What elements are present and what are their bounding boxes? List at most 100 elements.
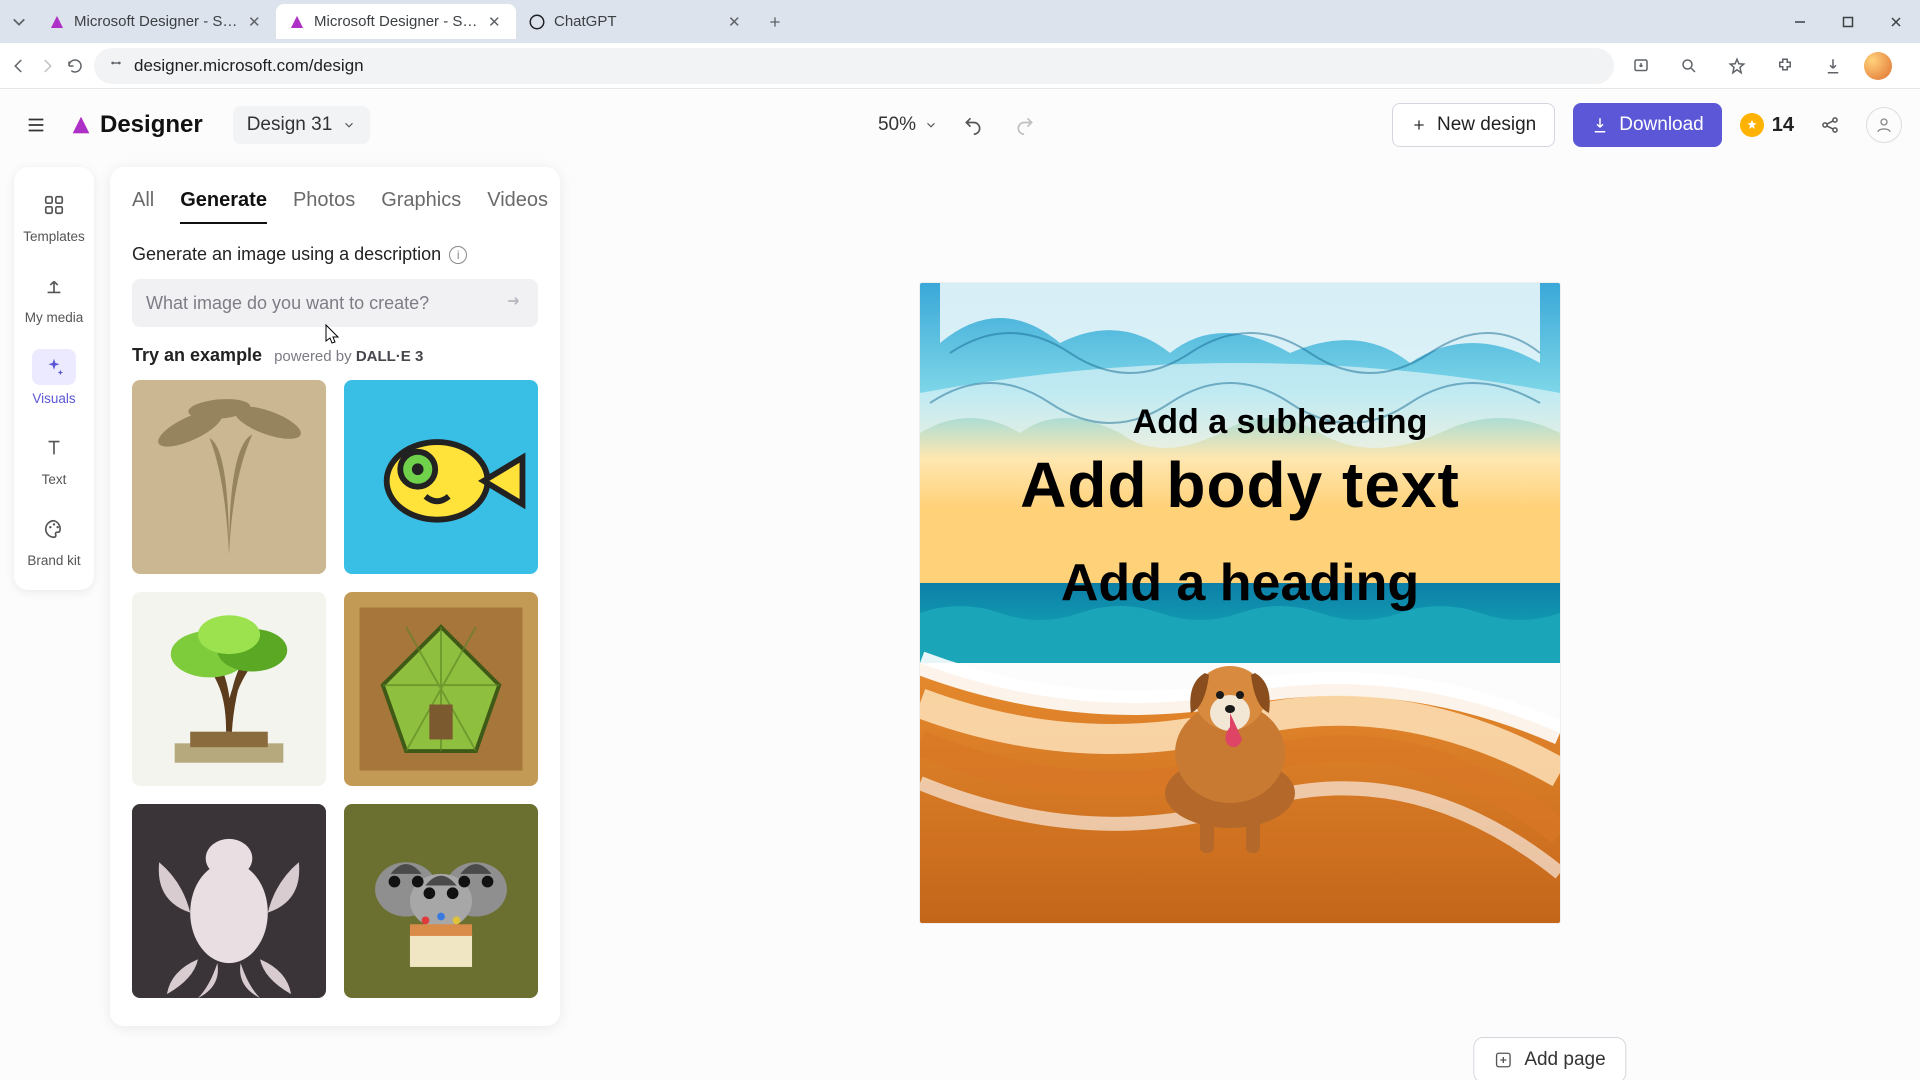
plus-icon xyxy=(1411,117,1427,133)
redo-button[interactable] xyxy=(1008,108,1042,142)
window-controls xyxy=(1776,2,1920,42)
credits-indicator[interactable]: 14 xyxy=(1740,113,1794,137)
left-rail: Templates My media Visuals Text Brand ki… xyxy=(14,167,94,590)
close-icon[interactable]: ✕ xyxy=(248,13,264,31)
browser-tab[interactable]: Microsoft Designer - Stunning ✕ xyxy=(36,4,276,39)
example-label: Try an example xyxy=(132,345,262,366)
example-header: Try an example powered by DALL·E 3 xyxy=(132,345,538,366)
header-right: New design Download 14 xyxy=(1392,103,1902,147)
share-button[interactable] xyxy=(1812,107,1848,143)
browser-toolbar: designer.microsoft.com/design xyxy=(0,43,1920,89)
install-app-icon[interactable] xyxy=(1624,49,1658,83)
tab-videos[interactable]: Videos xyxy=(487,189,548,224)
chevron-down-icon xyxy=(342,118,356,132)
chatgpt-favicon-icon xyxy=(528,13,546,31)
back-button[interactable] xyxy=(10,49,28,83)
browser-profile-avatar[interactable] xyxy=(1864,52,1892,80)
close-window-button[interactable] xyxy=(1872,2,1920,42)
close-icon[interactable]: ✕ xyxy=(488,13,504,31)
minimize-button[interactable] xyxy=(1776,2,1824,42)
browser-tab[interactable]: Microsoft Designer - Stunning ✕ xyxy=(276,4,516,39)
forward-button[interactable] xyxy=(38,49,56,83)
download-button[interactable]: Download xyxy=(1573,103,1722,147)
site-info-icon[interactable] xyxy=(108,55,124,76)
download-label: Download xyxy=(1619,114,1704,136)
panel-tabs: All Generate Photos Graphics Videos xyxy=(132,189,538,224)
tab-title: Microsoft Designer - Stunning xyxy=(74,13,240,30)
menu-button[interactable] xyxy=(18,107,54,143)
info-icon[interactable]: i xyxy=(449,246,467,264)
browser-tab[interactable]: ChatGPT ✕ xyxy=(516,4,756,39)
new-design-label: New design xyxy=(1437,114,1536,136)
app-header: Designer Design 31 50% New design Downlo… xyxy=(0,89,1920,161)
rail-templates[interactable]: Templates xyxy=(22,179,86,254)
rail-label: Visuals xyxy=(32,391,75,406)
designer-app: Designer Design 31 50% New design Downlo… xyxy=(0,89,1920,1080)
rail-my-media[interactable]: My media xyxy=(22,260,86,335)
coin-icon xyxy=(1740,113,1764,137)
design-canvas[interactable]: Add a subheading Add body text Add a hea… xyxy=(920,283,1560,923)
brand[interactable]: Designer xyxy=(70,111,203,139)
rail-label: Templates xyxy=(23,229,85,244)
prompt-input[interactable]: What image do you want to create? xyxy=(132,279,538,327)
zoom-icon[interactable] xyxy=(1672,49,1706,83)
add-page-button[interactable]: Add page xyxy=(1473,1037,1626,1080)
zoom-control[interactable]: 50% xyxy=(878,114,938,136)
example-tile[interactable] xyxy=(344,804,538,998)
palette-icon xyxy=(32,511,76,547)
tab-search-icon[interactable] xyxy=(10,13,28,31)
rail-label: Brand kit xyxy=(27,553,80,568)
canvas-body-text[interactable]: Add body text xyxy=(920,448,1560,522)
panel-subtitle-text: Generate an image using a description xyxy=(132,244,441,265)
rail-brand-kit[interactable]: Brand kit xyxy=(22,503,86,578)
new-tab-button[interactable] xyxy=(760,7,790,37)
rail-label: My media xyxy=(25,310,84,325)
design-name: Design 31 xyxy=(247,114,333,136)
upload-icon xyxy=(32,268,76,304)
tab-strip: Microsoft Designer - Stunning ✕ Microsof… xyxy=(0,0,1920,43)
canvas-heading[interactable]: Add a heading xyxy=(920,553,1560,613)
downloads-icon[interactable] xyxy=(1816,49,1850,83)
example-tile[interactable] xyxy=(132,380,326,574)
rail-visuals[interactable]: Visuals xyxy=(22,341,86,416)
sparkle-icon xyxy=(32,349,76,385)
chevron-down-icon xyxy=(924,118,938,132)
send-icon[interactable] xyxy=(504,291,524,316)
account-button[interactable] xyxy=(1866,107,1902,143)
designer-favicon-icon xyxy=(48,13,66,31)
new-design-button[interactable]: New design xyxy=(1392,103,1555,147)
close-icon[interactable]: ✕ xyxy=(728,13,744,31)
tab-graphics[interactable]: Graphics xyxy=(381,189,461,224)
designer-logo-icon xyxy=(70,114,92,136)
tab-title: ChatGPT xyxy=(554,13,720,30)
prompt-placeholder: What image do you want to create? xyxy=(146,293,429,314)
visuals-panel: All Generate Photos Graphics Videos Gene… xyxy=(110,167,560,1026)
example-tile[interactable] xyxy=(344,380,538,574)
undo-button[interactable] xyxy=(956,108,990,142)
download-icon xyxy=(1591,116,1609,134)
browser-chrome: Microsoft Designer - Stunning ✕ Microsof… xyxy=(0,0,1920,89)
bookmark-icon[interactable] xyxy=(1720,49,1754,83)
rail-text[interactable]: Text xyxy=(22,422,86,497)
plus-square-icon xyxy=(1494,1051,1512,1069)
zoom-value: 50% xyxy=(878,114,916,136)
example-tile[interactable] xyxy=(344,592,538,786)
address-bar[interactable]: designer.microsoft.com/design xyxy=(94,48,1614,84)
powered-label: powered by xyxy=(274,348,352,365)
tab-generate[interactable]: Generate xyxy=(180,189,267,224)
templates-icon xyxy=(32,187,76,223)
text-icon xyxy=(32,430,76,466)
tab-title: Microsoft Designer - Stunning xyxy=(314,13,480,30)
example-grid xyxy=(132,380,538,998)
canvas-subheading[interactable]: Add a subheading xyxy=(960,403,1560,442)
reload-button[interactable] xyxy=(66,49,84,83)
maximize-button[interactable] xyxy=(1824,2,1872,42)
example-tile[interactable] xyxy=(132,592,326,786)
extensions-icon[interactable] xyxy=(1768,49,1802,83)
tab-photos[interactable]: Photos xyxy=(293,189,355,224)
design-switcher[interactable]: Design 31 xyxy=(233,106,371,144)
browser-menu-icon[interactable] xyxy=(1906,49,1920,83)
example-tile[interactable] xyxy=(132,804,326,998)
url-text: designer.microsoft.com/design xyxy=(134,56,364,76)
tab-all[interactable]: All xyxy=(132,189,154,224)
